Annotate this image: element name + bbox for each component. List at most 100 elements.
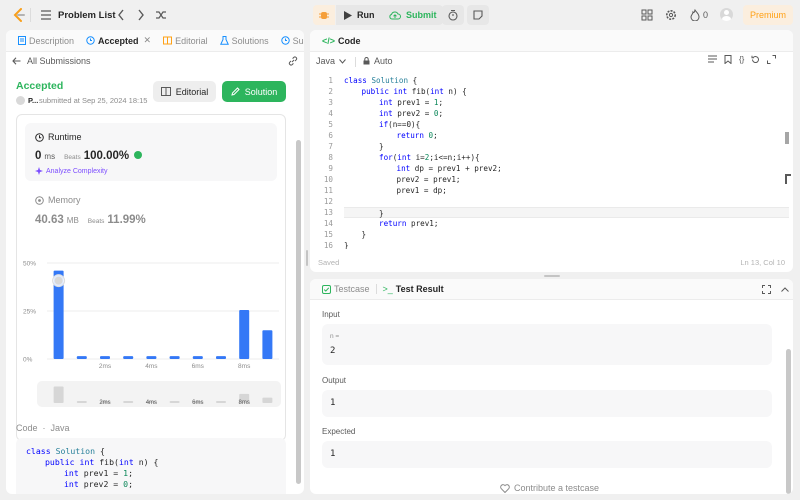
x-tick-label: 6ms — [192, 363, 205, 370]
bookmark-icon[interactable] — [724, 55, 732, 64]
editorial-button[interactable]: Editorial — [153, 81, 216, 102]
memory-icon — [35, 195, 44, 205]
list-icon[interactable] — [40, 9, 52, 21]
tab-accepted[interactable]: Accepted ✕ — [80, 35, 157, 46]
memory-card[interactable]: Memory 40.63 MB Beats 11.99% — [25, 195, 277, 235]
heart-icon — [500, 483, 510, 493]
maximize-icon[interactable] — [767, 55, 777, 64]
expand-icon[interactable] — [762, 285, 771, 294]
runtime-card[interactable]: Runtime 0 ms Beats 100.00% Analyze Compl… — [25, 123, 277, 181]
distribution-bar[interactable] — [100, 356, 110, 359]
layout-icon[interactable] — [641, 9, 653, 21]
code-brackets-icon: </> — [322, 35, 336, 46]
save-status: Saved — [318, 258, 340, 267]
navigator-bar — [123, 401, 134, 403]
run-button[interactable]: Run — [336, 5, 383, 25]
code-line: if(n==0){ — [344, 119, 789, 130]
tab-testcase[interactable]: Testcase — [316, 284, 376, 294]
code-text: } — [344, 241, 349, 249]
code-text: prev1 = dp; — [396, 186, 447, 195]
line-number: 12 — [323, 197, 333, 206]
expected-value: 1 — [330, 449, 336, 459]
solution-button[interactable]: Solution — [222, 81, 286, 102]
analyze-complexity-link[interactable]: Analyze Complexity — [35, 167, 107, 175]
x-tick-label: 4ms — [145, 363, 158, 370]
prev-problem-icon[interactable] — [116, 9, 126, 21]
runtime-unit: ms — [44, 152, 56, 161]
runtime-distribution-chart[interactable]: 50% 25% 0% 2ms 4ms 6ms 8ms 2ms 4ms 6ms 8ms — [17, 255, 285, 437]
avatar[interactable] — [720, 8, 733, 21]
link-icon[interactable] — [288, 56, 298, 66]
tab-submissions[interactable]: Subm — [275, 36, 304, 46]
collapse-icon[interactable] — [780, 285, 789, 294]
distribution-bar[interactable] — [123, 356, 134, 359]
tab-code-label: Code — [338, 35, 361, 46]
left-panel: Description Accepted ✕ Editorial Solutio… — [6, 30, 304, 494]
distribution-bar[interactable] — [76, 356, 87, 359]
code-editor[interactable]: 1 2 3 4 5 6 7 8 9 10 11 12 13 14 15 16 class Solution {… — [310, 75, 793, 249]
tab-submissions-label: Subm — [292, 35, 304, 46]
distribution-bar[interactable] — [146, 356, 157, 359]
note-icon[interactable] — [467, 5, 489, 25]
code-line: int prev1 = 1; — [344, 97, 789, 108]
leetcode-logo-icon[interactable] — [12, 8, 26, 22]
problem-list-link[interactable]: Problem List — [58, 10, 116, 21]
reset-icon[interactable] — [751, 55, 760, 64]
code-line: } — [344, 207, 789, 218]
horizontal-resize-handle[interactable] — [544, 275, 560, 277]
code-preview-line: int prev1 = 1; — [26, 468, 286, 479]
autocomplete-mode[interactable]: Auto — [363, 56, 393, 66]
arrow-left-icon — [12, 57, 21, 65]
language-select[interactable]: Java — [316, 56, 346, 66]
distribution-bar[interactable] — [239, 310, 250, 359]
runtime-value-row: 0 ms Beats 100.00% — [35, 150, 143, 162]
all-submissions-link[interactable]: All Submissions — [12, 56, 91, 66]
contribute-testcase-link[interactable]: Contribute a testcase — [500, 483, 599, 493]
code-text: int prev1 = 1; — [379, 98, 444, 107]
x-tick-label: 2ms — [99, 363, 112, 370]
cursor-position: Ln 13, Col 10 — [740, 258, 785, 267]
y-tick-label: 0% — [23, 357, 33, 364]
tab-test-result[interactable]: >_ Test Result — [377, 284, 450, 294]
code-text: class Solution { — [344, 76, 418, 85]
code-preview[interactable]: class Solution {public int fib(int n) {i… — [16, 438, 286, 494]
testcase-tabs: Testcase >_ Test Result — [310, 279, 793, 300]
timer-icon[interactable] — [442, 5, 464, 25]
line-number: 13 — [323, 208, 333, 217]
debug-icon[interactable] — [313, 5, 335, 25]
tab-editorial[interactable]: Editorial — [157, 36, 214, 46]
premium-button[interactable]: Premium — [743, 5, 793, 25]
output-box: 1 — [322, 390, 772, 417]
x-tick-label: 8ms — [238, 363, 251, 370]
flame-icon[interactable] — [689, 9, 701, 21]
tab-code[interactable]: </> Code — [316, 36, 367, 46]
tab-description[interactable]: Description — [12, 36, 80, 46]
tab-solutions[interactable]: Solutions — [214, 36, 275, 46]
line-number-gutter: 1 2 3 4 5 6 7 8 9 10 11 12 13 14 15 16 — [310, 75, 333, 249]
result-scrollbar[interactable] — [786, 349, 791, 494]
input-variable: n = — [330, 333, 340, 340]
code-text: return prev1; — [379, 219, 439, 228]
braces-icon[interactable]: {} — [739, 55, 744, 64]
left-scrollbar[interactable] — [296, 140, 301, 484]
vertical-resize-handle[interactable] — [306, 250, 308, 266]
distribution-bar[interactable] — [192, 356, 203, 359]
shuffle-icon[interactable] — [155, 9, 167, 21]
memory-title-label: Memory — [48, 195, 81, 205]
distribution-bar[interactable] — [169, 356, 180, 359]
navigator-tick-label: 6ms — [192, 400, 203, 406]
next-problem-icon[interactable] — [136, 9, 146, 21]
editor-scrollbar[interactable] — [785, 132, 789, 144]
submitter-name[interactable]: P... — [28, 96, 38, 105]
format-icon[interactable] — [708, 55, 717, 64]
distribution-bar[interactable] — [262, 330, 273, 359]
close-icon[interactable]: ✕ — [144, 35, 152, 46]
navigator-bar — [76, 401, 87, 403]
divider — [30, 8, 31, 22]
distribution-bar[interactable] — [216, 356, 226, 359]
tab-editorial-label: Editorial — [175, 35, 208, 46]
gear-icon[interactable] — [665, 9, 677, 21]
submit-button[interactable]: Submit — [381, 5, 443, 25]
editor-toolbar: {} — [708, 55, 777, 64]
